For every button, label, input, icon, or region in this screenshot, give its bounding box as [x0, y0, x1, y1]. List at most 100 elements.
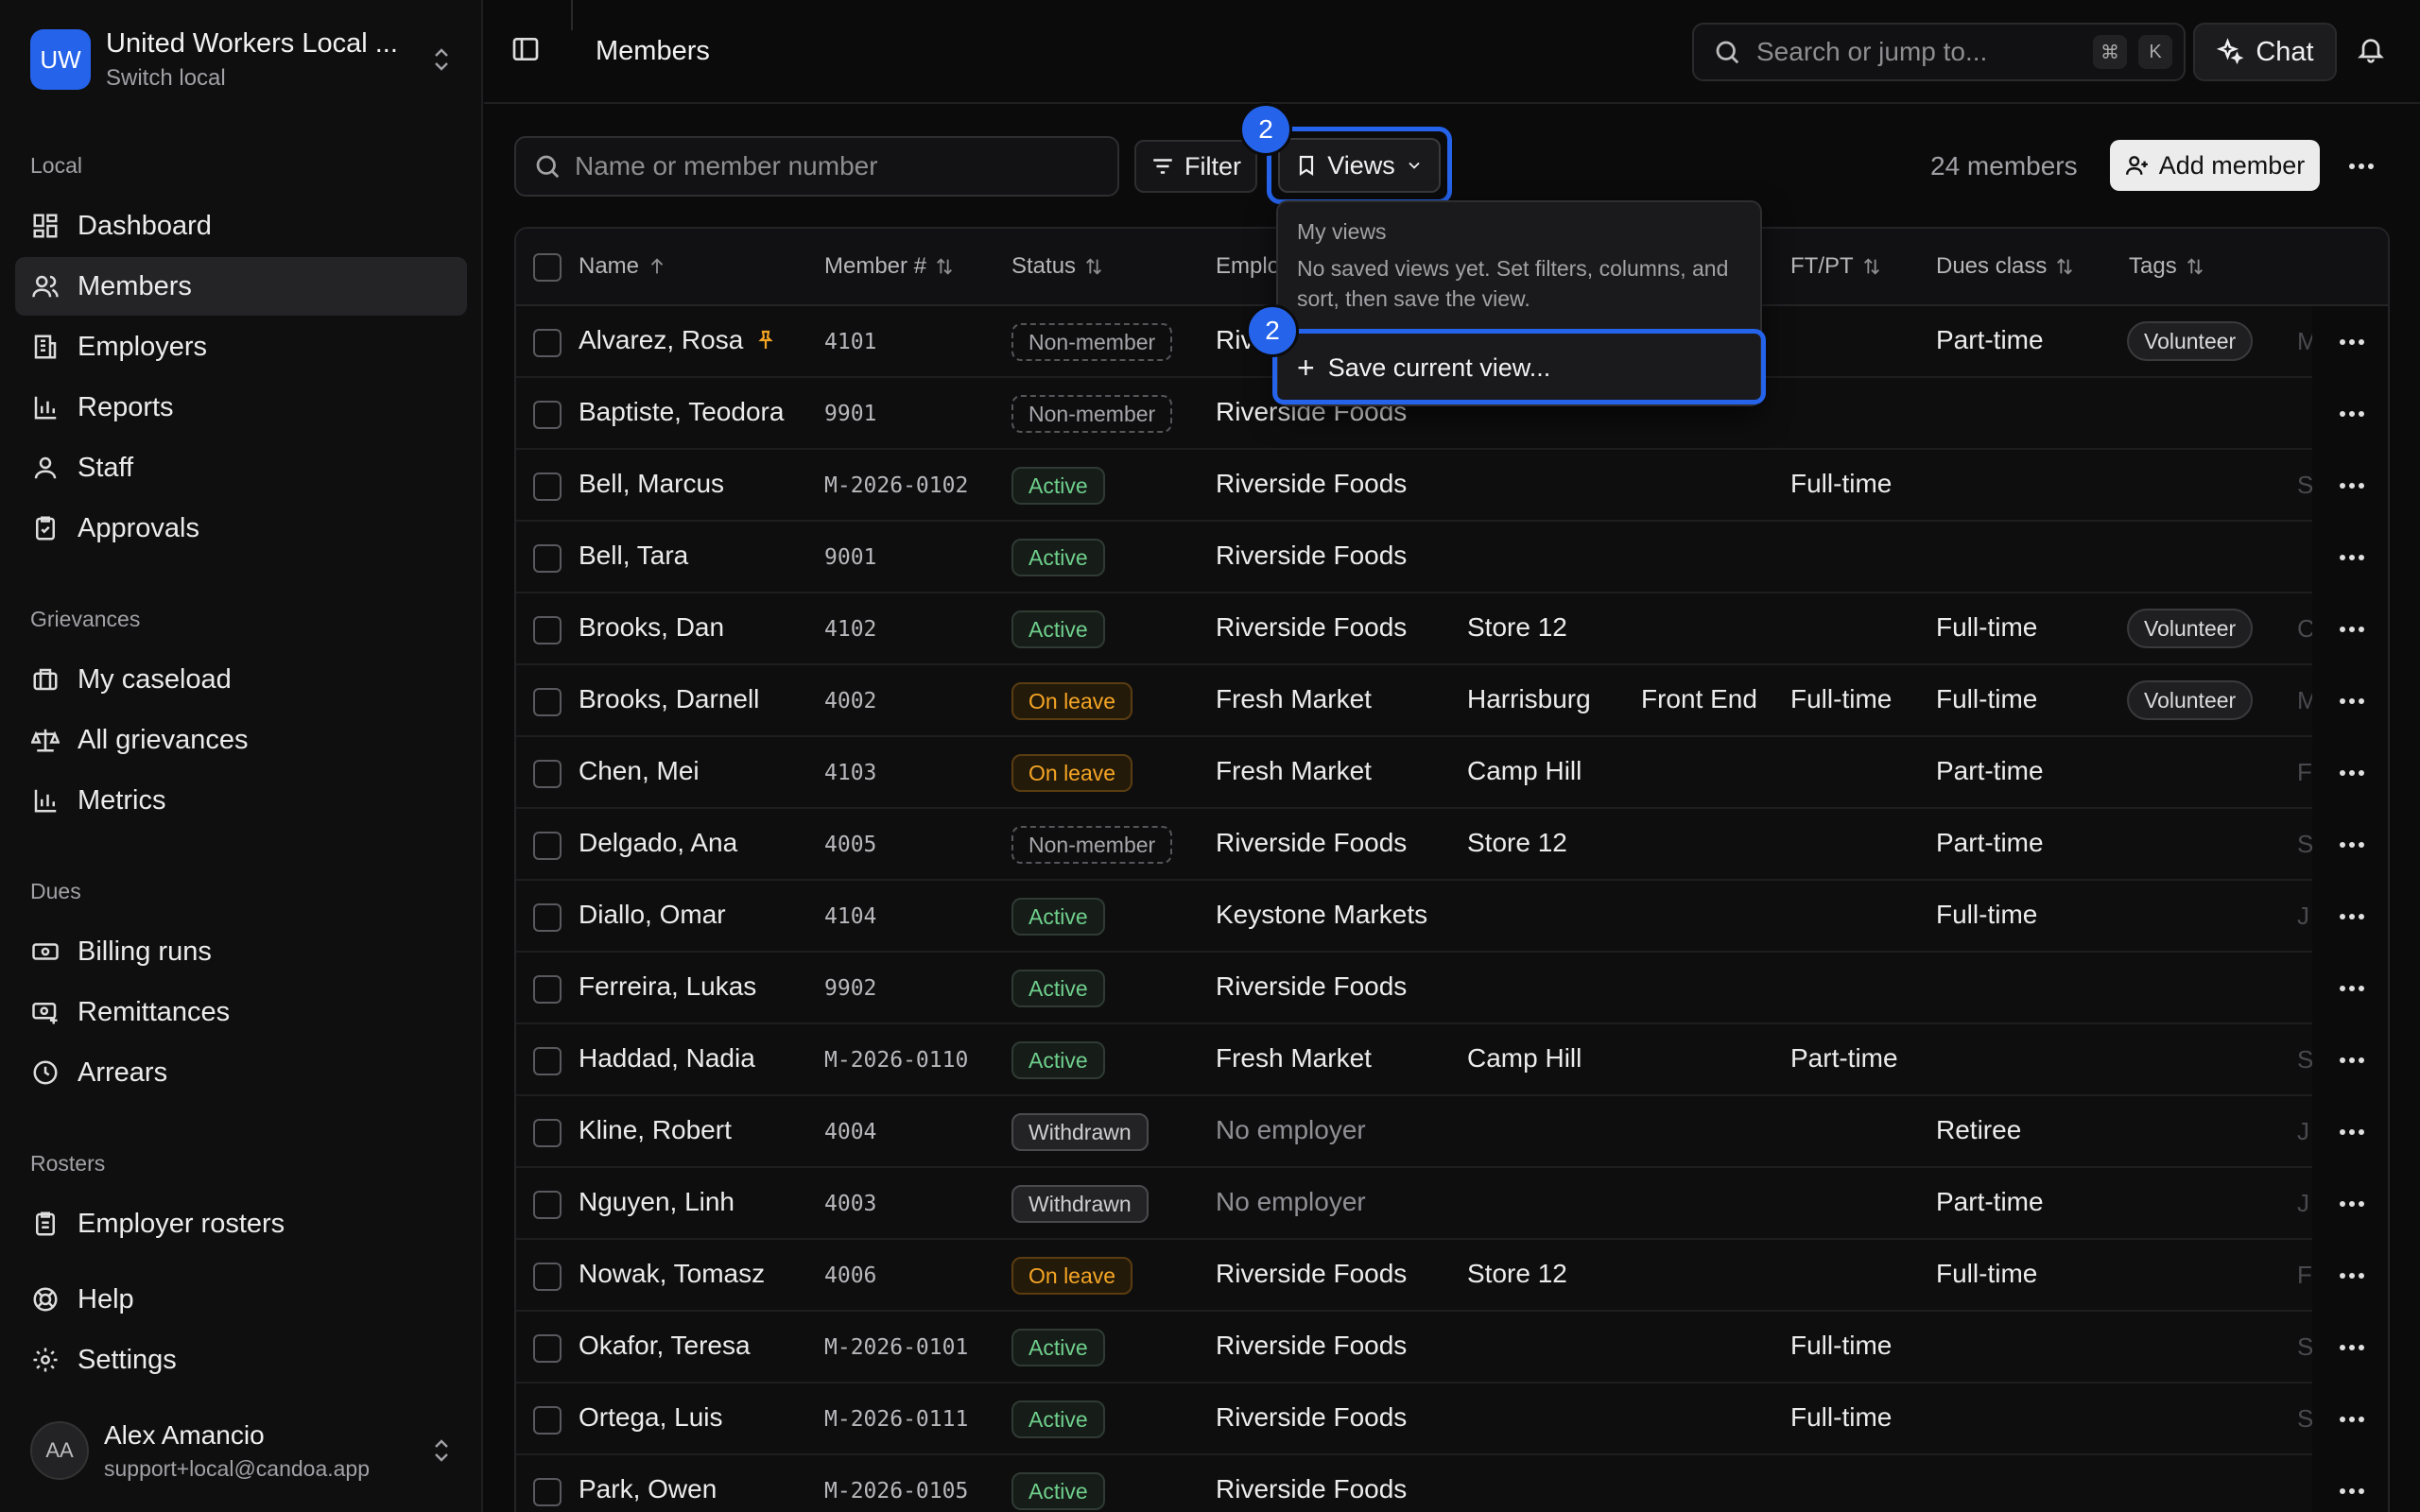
org-switcher[interactable]: UW United Workers Local ... Switch local [30, 28, 456, 91]
chat-button[interactable]: Chat [2193, 23, 2337, 81]
table-row[interactable]: Chen, Mei 4103 On leave Fresh Market Camp Hi… [516, 737, 2388, 809]
global-search[interactable]: Search or jump to... ⌘ K [1692, 23, 2186, 81]
select-all-checkbox[interactable] [533, 253, 562, 282]
column-header-ftpt[interactable]: FT/PT [1790, 253, 1882, 280]
member-name[interactable]: Park, Owen [579, 1474, 717, 1504]
row-checkbox[interactable] [533, 1191, 562, 1219]
column-header-member-number[interactable]: Member # [824, 253, 955, 280]
row-checkbox[interactable] [533, 688, 562, 716]
table-row[interactable]: Nguyen, Linh 4003 Withdrawn No employer Part… [516, 1168, 2388, 1240]
row-checkbox[interactable] [533, 1406, 562, 1435]
sidebar-item-staff[interactable]: Staff [15, 438, 467, 497]
row-actions-button[interactable] [2312, 1024, 2388, 1096]
sidebar-item-metrics[interactable]: Metrics [15, 771, 467, 830]
table-row[interactable]: Diallo, Omar 4104 Active Keystone Markets Fu… [516, 881, 2388, 953]
column-header-name[interactable]: Name [579, 253, 667, 280]
row-checkbox[interactable] [533, 329, 562, 357]
member-name[interactable]: Ferreira, Lukas [579, 971, 756, 1002]
sidebar-item-arrears[interactable]: Arrears [15, 1043, 467, 1102]
row-checkbox[interactable] [533, 1119, 562, 1147]
sidebar-item-members[interactable]: Members [15, 257, 467, 316]
member-search-input[interactable] [575, 151, 1104, 181]
row-checkbox[interactable] [533, 760, 562, 788]
table-row[interactable]: Brooks, Darnell 4002 On leave Fresh Market H… [516, 665, 2388, 737]
sidebar-item-dashboard[interactable]: Dashboard [15, 197, 467, 255]
row-actions-button[interactable] [2312, 737, 2388, 809]
row-actions-button[interactable] [2312, 450, 2388, 522]
member-name[interactable]: Haddad, Nadia [579, 1043, 755, 1074]
table-row[interactable]: Nowak, Tomasz 4006 On leave Riverside Foods… [516, 1240, 2388, 1312]
member-name[interactable]: Ortega, Luis [579, 1402, 723, 1433]
save-current-view-item[interactable]: + Save current view... [1286, 342, 1754, 393]
sidebar-item-help[interactable]: Help [15, 1270, 467, 1329]
row-actions-button[interactable] [2312, 809, 2388, 881]
row-actions-button[interactable] [2312, 953, 2388, 1024]
member-name[interactable]: Kline, Robert [579, 1115, 732, 1145]
member-name[interactable]: Diallo, Omar [579, 900, 726, 930]
row-checkbox[interactable] [533, 1334, 562, 1363]
row-actions-button[interactable] [2312, 378, 2388, 450]
more-options-icon[interactable] [2342, 147, 2380, 185]
table-row[interactable]: Bell, Tara 9001 Active Riverside Foods [516, 522, 2388, 593]
row-checkbox[interactable] [533, 401, 562, 429]
column-header-employer[interactable]: Emplo [1216, 253, 1280, 280]
sidebar-item-billing-runs[interactable]: Billing runs [15, 922, 467, 981]
row-checkbox[interactable] [533, 832, 562, 860]
member-name[interactable]: Nguyen, Linh [579, 1187, 735, 1217]
sidebar-item-remittances[interactable]: Remittances [15, 983, 467, 1041]
member-search[interactable] [514, 136, 1119, 197]
row-checkbox[interactable] [533, 616, 562, 644]
row-actions-button[interactable] [2312, 1383, 2388, 1455]
sidebar-item-settings[interactable]: Settings [15, 1331, 467, 1389]
filter-button[interactable]: Filter [1134, 140, 1257, 193]
row-actions-button[interactable] [2312, 593, 2388, 665]
member-name[interactable]: Brooks, Darnell [579, 684, 759, 714]
column-header-dues-class[interactable]: Dues class [1936, 253, 2075, 280]
sidebar-item-reports[interactable]: Reports [15, 378, 467, 437]
user-menu[interactable]: AA Alex Amancio support+local@candoa.app [30, 1418, 456, 1484]
member-name[interactable]: Okafor, Teresa [579, 1331, 751, 1361]
row-actions-button[interactable] [2312, 1096, 2388, 1168]
column-header-tags[interactable]: Tags [2129, 253, 2205, 280]
column-header-status[interactable]: Status [1011, 253, 1104, 280]
row-checkbox[interactable] [533, 1263, 562, 1291]
sidebar-item-employer-rosters[interactable]: Employer rosters [15, 1194, 467, 1253]
table-row[interactable]: Haddad, Nadia M-2026-0110 Active Fresh Mark… [516, 1024, 2388, 1096]
table-row[interactable]: Kline, Robert 4004 Withdrawn No employer Ret… [516, 1096, 2388, 1168]
member-name[interactable]: Bell, Tara [579, 541, 688, 571]
sidebar-item-all-grievances[interactable]: All grievances [15, 711, 467, 769]
member-name[interactable]: Nowak, Tomasz [579, 1259, 765, 1289]
row-checkbox[interactable] [533, 975, 562, 1004]
row-checkbox[interactable] [533, 1478, 562, 1506]
bell-icon[interactable] [2356, 34, 2390, 68]
sidebar-item-approvals[interactable]: Approvals [15, 499, 467, 558]
sidebar-toggle-icon[interactable] [510, 34, 544, 68]
row-checkbox[interactable] [533, 903, 562, 932]
member-name[interactable]: Baptiste, Teodora [579, 397, 784, 427]
row-checkbox[interactable] [533, 544, 562, 573]
row-actions-button[interactable] [2312, 1455, 2388, 1512]
member-name[interactable]: Delgado, Ana [579, 828, 737, 858]
row-actions-button[interactable] [2312, 522, 2388, 593]
member-name[interactable]: Brooks, Dan [579, 612, 724, 643]
row-actions-button[interactable] [2312, 1312, 2388, 1383]
table-row[interactable]: Brooks, Dan 4102 Active Riverside Foods Stor… [516, 593, 2388, 665]
row-actions-button[interactable] [2312, 665, 2388, 737]
table-row[interactable]: Park, Owen M-2026-0105 Active Riverside Foo… [516, 1455, 2388, 1512]
row-actions-button[interactable] [2312, 1168, 2388, 1240]
table-row[interactable]: Bell, Marcus M-2026-0102 Active Riverside F… [516, 450, 2388, 522]
row-actions-button[interactable] [2312, 1240, 2388, 1312]
member-name[interactable]: Alvarez, Rosa [579, 325, 743, 355]
sidebar-item-my-caseload[interactable]: My caseload [15, 650, 467, 709]
row-actions-button[interactable] [2312, 306, 2388, 378]
table-row[interactable]: Delgado, Ana 4005 Non-member Riverside Food… [516, 809, 2388, 881]
table-row[interactable]: Ortega, Luis M-2026-0111 Active Riverside F… [516, 1383, 2388, 1455]
table-row[interactable]: Ferreira, Lukas 9902 Active Riverside Foods [516, 953, 2388, 1024]
row-actions-button[interactable] [2312, 881, 2388, 953]
row-checkbox[interactable] [533, 472, 562, 501]
member-name[interactable]: Chen, Mei [579, 756, 700, 786]
views-button[interactable]: Views [1278, 138, 1441, 193]
member-name[interactable]: Bell, Marcus [579, 469, 724, 499]
sidebar-item-employers[interactable]: Employers [15, 318, 467, 376]
add-member-button[interactable]: Add member [2110, 140, 2320, 191]
